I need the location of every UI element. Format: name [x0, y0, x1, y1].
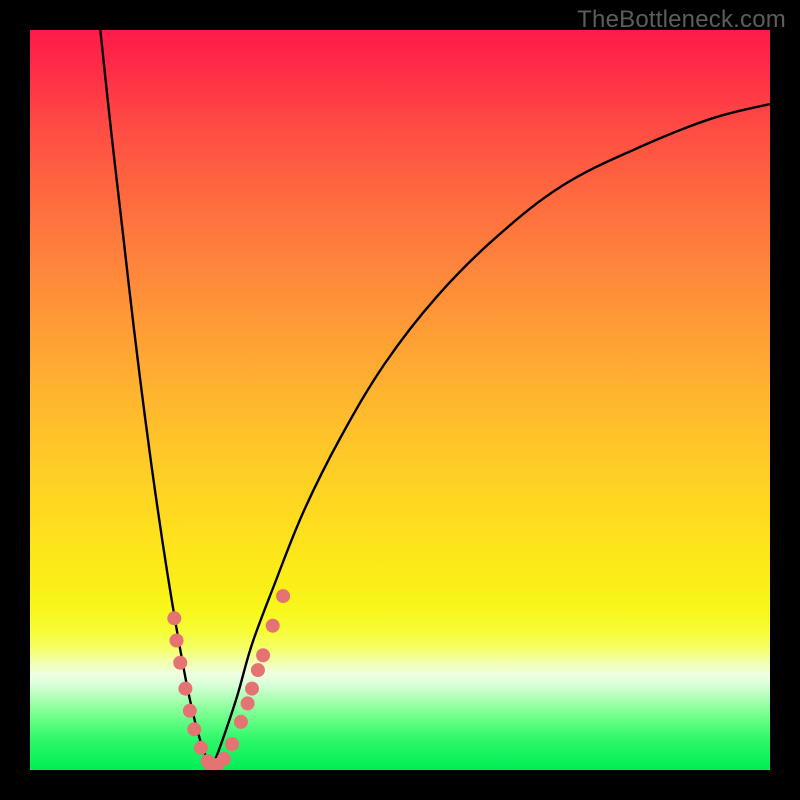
data-point-marker — [241, 696, 255, 710]
data-point-marker — [204, 759, 218, 770]
data-point-marker — [173, 656, 187, 670]
data-point-marker — [217, 752, 231, 766]
data-point-marker — [276, 589, 290, 603]
plot-area — [30, 30, 770, 770]
data-point-marker — [225, 737, 239, 751]
watermark-text: TheBottleneck.com — [577, 6, 786, 34]
right-branch-curve — [211, 104, 770, 770]
data-point-marker — [187, 722, 201, 736]
left-branch-curve — [100, 30, 211, 770]
data-point-marker — [170, 634, 184, 648]
chart-frame: TheBottleneck.com — [0, 0, 800, 800]
data-point-marker — [210, 758, 224, 770]
data-point-marker — [178, 682, 192, 696]
data-point-marker — [266, 619, 280, 633]
data-point-marker — [256, 648, 270, 662]
data-point-marker — [183, 704, 197, 718]
data-point-marker — [234, 715, 248, 729]
data-point-marker — [201, 754, 215, 768]
curve-group — [100, 30, 770, 770]
data-point-marker — [194, 741, 208, 755]
marker-group — [167, 589, 290, 770]
data-point-marker — [245, 682, 259, 696]
data-point-marker — [251, 663, 265, 677]
chart-svg — [30, 30, 770, 770]
data-point-marker — [167, 611, 181, 625]
